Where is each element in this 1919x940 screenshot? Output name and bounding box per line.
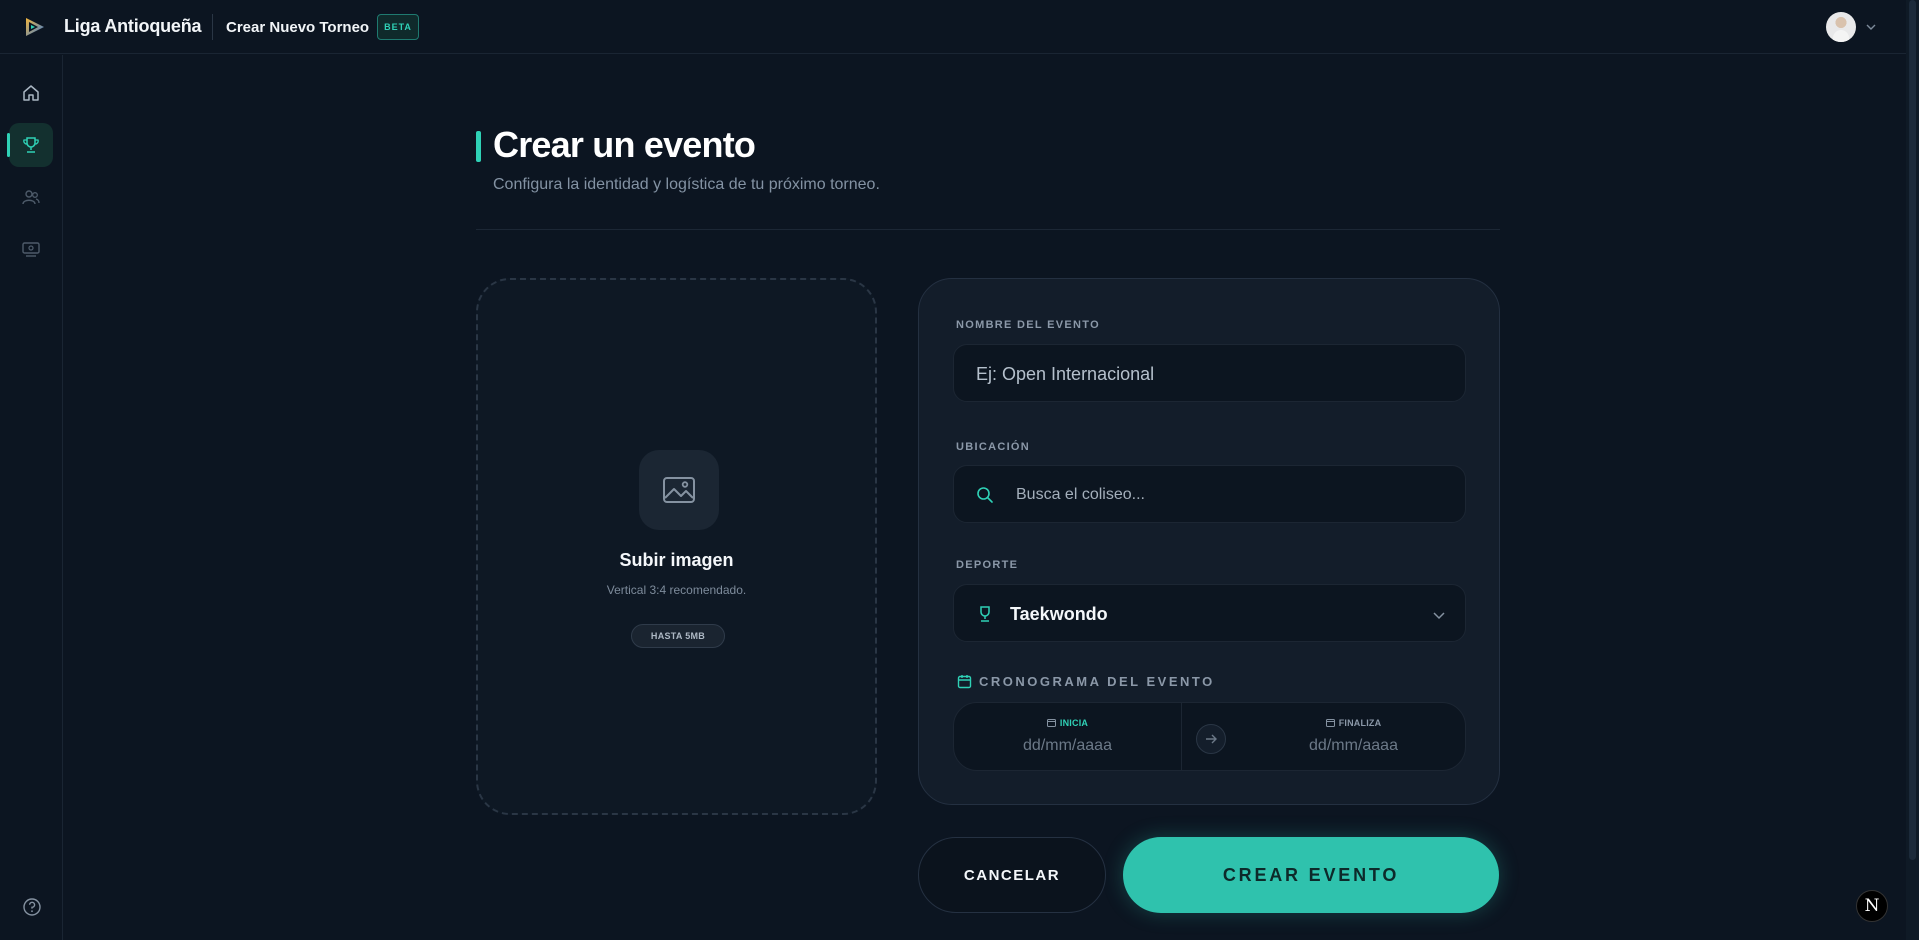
event-name-input[interactable]: Ej: Open Internacional [953, 344, 1466, 402]
upload-hint: Vertical 3:4 recomendado. [606, 583, 747, 597]
end-date-input[interactable]: dd/mm/aaaa [1240, 737, 1465, 755]
sidebar-item-users[interactable] [9, 175, 53, 219]
image-icon [639, 450, 719, 530]
end-date-label: FINALIZA [1240, 718, 1465, 728]
home-icon [23, 85, 39, 101]
image-upload-dropzone[interactable]: Subir imagen Vertical 3:4 recomendado. H… [476, 278, 877, 815]
title-accent-bar [476, 131, 481, 162]
upload-title: Subir imagen [619, 550, 734, 570]
users-icon [22, 190, 40, 205]
arrow-right-icon [1196, 724, 1226, 754]
trophy-icon [980, 606, 990, 622]
location-label: UBICACIÓN [956, 441, 1031, 453]
chevron-down-icon [1433, 612, 1445, 620]
page-title: Crear un evento [493, 124, 756, 165]
chevron-down-icon[interactable] [1864, 20, 1878, 34]
scroll-thumb[interactable] [1909, 0, 1916, 860]
page-name: Crear Nuevo Torneo [226, 19, 370, 36]
event-name-label: NOMBRE DEL EVENTO [956, 319, 1100, 331]
sidebar-item-payments[interactable] [9, 227, 53, 271]
header-divider-line [476, 229, 1500, 230]
payments-icon [22, 242, 40, 257]
sport-label: DEPORTE [956, 559, 1019, 571]
event-name-placeholder: Ej: Open Internacional [976, 364, 1155, 384]
user-avatar[interactable] [1826, 12, 1856, 42]
calendar-icon [957, 675, 972, 689]
calendar-icon [1325, 719, 1335, 727]
schedule-range: INICIA dd/mm/aaaa FINALIZA dd/mm/aaaa [953, 702, 1466, 771]
sidebar-item-home[interactable] [9, 71, 53, 115]
location-placeholder: Busca el coliseo... [1016, 486, 1145, 503]
start-date-input[interactable]: dd/mm/aaaa [954, 737, 1181, 755]
start-date-field[interactable]: INICIA dd/mm/aaaa [954, 703, 1182, 770]
header-divider [212, 14, 213, 40]
location-search-input[interactable]: Busca el coliseo... [953, 465, 1466, 523]
sidebar-item-tournaments[interactable] [7, 123, 53, 167]
end-date-field[interactable]: FINALIZA dd/mm/aaaa [1240, 703, 1465, 770]
calendar-icon [1046, 719, 1056, 727]
event-form-card: NOMBRE DEL EVENTO Ej: Open Internacional… [918, 278, 1500, 805]
start-date-label: INICIA [954, 718, 1181, 728]
sidebar [0, 55, 63, 940]
beta-badge: BETA [377, 14, 419, 40]
search-icon [977, 487, 993, 503]
top-bar: Liga Antioqueña Crear Nuevo Torneo BETA [0, 0, 1906, 54]
page-subtitle: Configura la identidad y logística de tu… [493, 176, 880, 193]
help-circle-icon[interactable] [21, 896, 43, 918]
app-logo-icon[interactable] [22, 14, 48, 40]
trophy-icon [23, 137, 39, 153]
page-scrollbar[interactable] [1906, 0, 1919, 940]
file-size-badge: HASTA 5MB [631, 624, 725, 648]
sport-selected-value: Taekwondo [1010, 604, 1108, 624]
brand-name[interactable]: Liga Antioqueña [64, 16, 202, 37]
schedule-label: CRONOGRAMA DEL EVENTO [979, 674, 1215, 689]
create-event-button[interactable]: CREAR EVENTO [1123, 837, 1499, 913]
sport-select[interactable]: Taekwondo [953, 584, 1466, 642]
cancel-button[interactable]: CANCELAR [918, 837, 1106, 913]
dev-tools-badge[interactable]: N [1856, 890, 1888, 922]
